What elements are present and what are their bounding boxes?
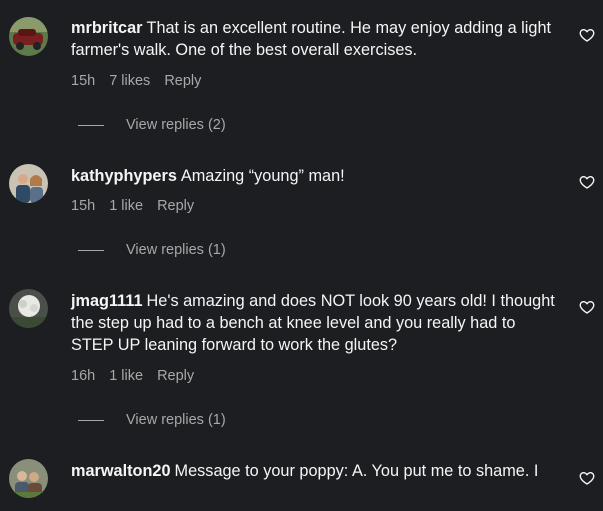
comment-username[interactable]: jmag1111 [71, 292, 143, 310]
divider-line [78, 419, 104, 421]
comment-time[interactable]: 15h [71, 73, 95, 89]
comment-username[interactable]: marwalton20 [71, 462, 171, 480]
reply-button[interactable]: Reply [164, 73, 201, 89]
comment-meta: 15h 1 like Reply [71, 198, 194, 214]
comment-body: Message to your poppy: A. You put me to … [174, 462, 539, 480]
divider-line [78, 249, 104, 251]
comment-meta: 16h 1 like Reply [71, 368, 194, 384]
view-replies-label: View replies (1) [126, 412, 226, 428]
heart-icon[interactable] [579, 299, 595, 315]
heart-icon[interactable] [579, 470, 595, 486]
divider-line [78, 124, 104, 126]
comment-text: mrbritcar That is an excellent routine. H… [71, 17, 561, 61]
view-replies-button[interactable]: View replies (2) [78, 117, 226, 133]
comment-likes[interactable]: 1 like [109, 198, 143, 214]
avatar[interactable] [9, 164, 48, 203]
avatar[interactable] [9, 17, 48, 56]
avatar[interactable] [9, 459, 48, 498]
view-replies-label: View replies (1) [126, 242, 226, 258]
comment-body: Amazing “young” man! [180, 167, 345, 185]
heart-icon[interactable] [579, 27, 595, 43]
view-replies-label: View replies (2) [126, 117, 226, 133]
comment-likes[interactable]: 7 likes [109, 73, 150, 89]
comment-time[interactable]: 16h [71, 368, 95, 384]
avatar[interactable] [9, 289, 48, 328]
comment-body: He's amazing and does NOT look 90 years … [71, 292, 555, 354]
comment-time[interactable]: 15h [71, 198, 95, 214]
comment-meta: 15h 7 likes Reply [71, 73, 201, 89]
view-replies-button[interactable]: View replies (1) [78, 412, 226, 428]
comment-likes[interactable]: 1 like [109, 368, 143, 384]
comment-username[interactable]: kathyphypers [71, 167, 177, 185]
comment-text: marwalton20 Message to your poppy: A. You… [71, 460, 561, 482]
reply-button[interactable]: Reply [157, 368, 194, 384]
heart-icon[interactable] [579, 174, 595, 190]
reply-button[interactable]: Reply [157, 198, 194, 214]
comment-text: kathyphypers Amazing “young” man! [71, 165, 561, 187]
view-replies-button[interactable]: View replies (1) [78, 242, 226, 258]
comment-username[interactable]: mrbritcar [71, 19, 143, 37]
comment-text: jmag1111 He's amazing and does NOT look 9… [71, 290, 561, 356]
comment-body: That is an excellent routine. He may enj… [71, 19, 552, 59]
